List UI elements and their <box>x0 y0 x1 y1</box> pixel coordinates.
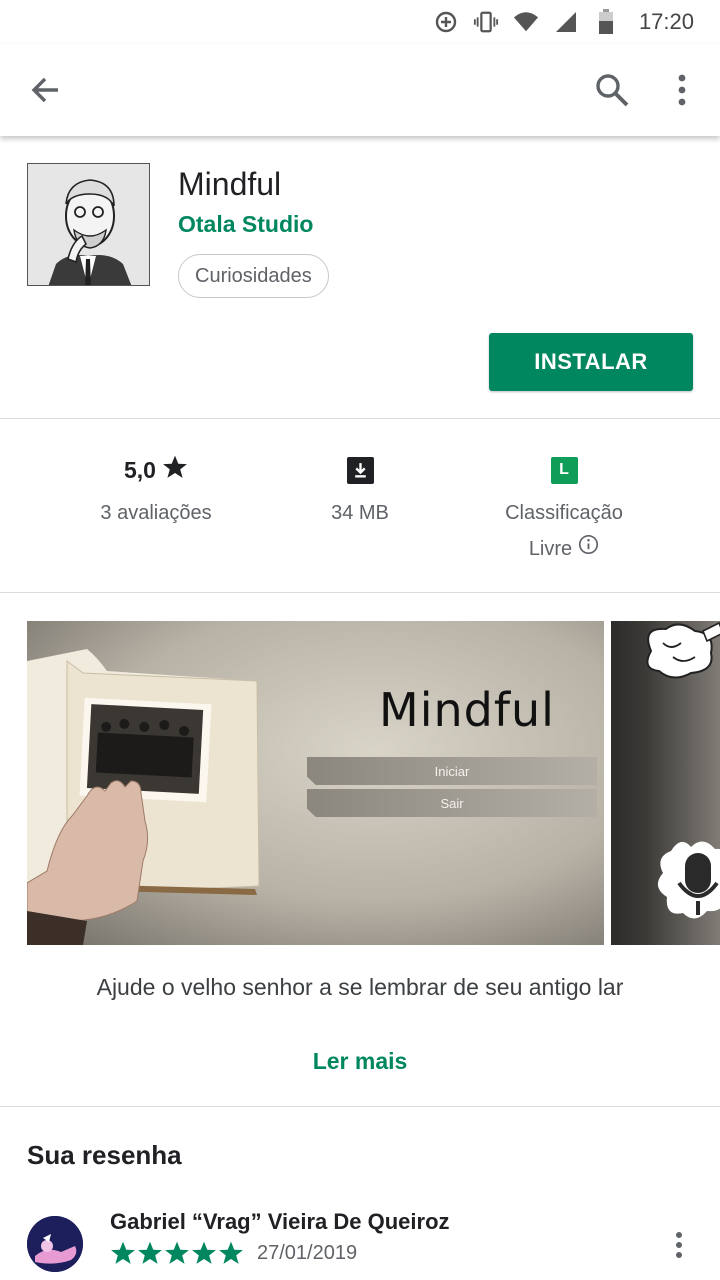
app-bar <box>0 44 720 136</box>
battery-icon <box>593 9 619 35</box>
review-stars <box>110 1240 244 1266</box>
info-icon[interactable] <box>578 531 599 567</box>
screenshot-carousel[interactable]: Mindful Iniciar Sair <box>27 621 720 945</box>
content-rating-badge: L <box>550 456 578 484</box>
app-title: Mindful <box>178 166 282 202</box>
screenshot-1[interactable]: Mindful Iniciar Sair <box>27 621 604 945</box>
app-stats: 5,0 3 avaliações 34 MB L Classificação L… <box>0 419 720 592</box>
user-review: Gabriel “Vrag” Vieira De Queiroz 27/01/2… <box>0 1205 720 1280</box>
star-icon <box>111 1241 135 1264</box>
back-arrow-icon[interactable] <box>26 70 66 110</box>
star-icon <box>219 1241 243 1264</box>
category-chip[interactable]: Curiosidades <box>178 254 329 298</box>
avatar <box>27 1216 83 1272</box>
read-more-link[interactable]: Ler mais <box>0 1048 720 1075</box>
content-rating-value: Livre <box>528 538 573 560</box>
game-title: Mindful <box>379 683 555 737</box>
star-icon <box>162 454 188 486</box>
content-rating-label: Classificação <box>505 502 623 524</box>
signal-icon <box>553 9 579 35</box>
more-vert-icon[interactable] <box>664 1227 694 1263</box>
star-icon <box>192 1241 216 1264</box>
review-section-title: Sua resenha <box>27 1140 182 1170</box>
status-bar: 17:20 <box>0 0 720 44</box>
game-menu-exit: Sair <box>307 789 597 817</box>
rating-value: 5,0 <box>124 456 156 483</box>
reviewer-name: Gabriel “Vrag” Vieira De Queiroz <box>110 1209 450 1234</box>
star-icon <box>165 1241 189 1264</box>
vibrate-icon <box>473 9 499 35</box>
divider <box>0 1106 720 1107</box>
developer-link[interactable]: Otala Studio <box>178 211 313 238</box>
wifi-icon <box>513 9 539 35</box>
app-description: Ajude o velho senhor a se lembrar de seu… <box>96 974 624 1000</box>
install-button[interactable]: INSTALAR <box>489 333 693 391</box>
download-icon <box>346 456 374 484</box>
divider <box>0 592 720 593</box>
app-icon <box>27 163 150 286</box>
clock: 17:20 <box>638 9 694 34</box>
app-header: Mindful Otala Studio Curiosidades INSTAL… <box>0 136 720 418</box>
game-menu-start: Iniciar <box>307 757 597 785</box>
screenshot-2[interactable] <box>611 621 720 945</box>
more-vert-icon[interactable] <box>664 68 700 112</box>
add-circle-icon <box>433 9 459 35</box>
content-rating-stat[interactable]: L Classificação Livre <box>444 455 684 567</box>
search-icon[interactable] <box>590 68 634 112</box>
review-date: 27/01/2019 <box>257 1242 358 1264</box>
star-icon <box>138 1241 162 1264</box>
